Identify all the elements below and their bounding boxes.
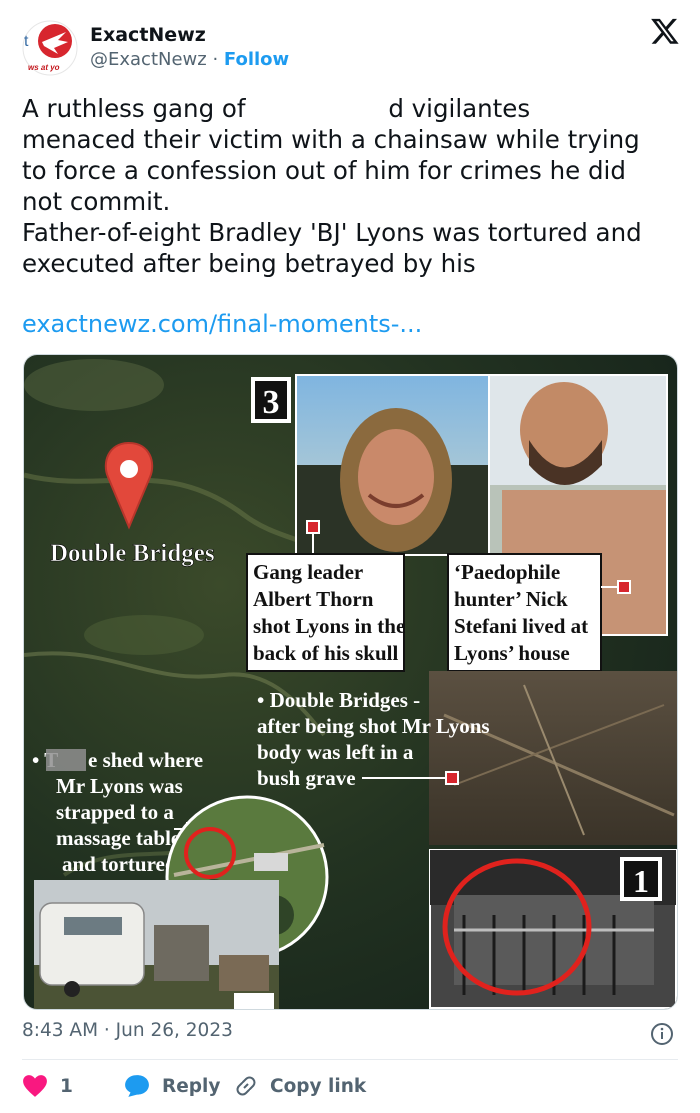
avatar-letter: t [24, 33, 29, 50]
panel-number-3: 3 [263, 384, 280, 421]
photo-caravan [34, 880, 279, 1009]
caption-thorn-line-1: Gang leader [253, 560, 363, 584]
tweet-header: t ws at yo ExactNewz @ExactNewz · Follow [22, 16, 682, 80]
caption-stefani-line-2: hunter’ Nick [454, 587, 568, 611]
redaction-blur [253, 99, 389, 121]
avatar-tagline: ws at yo [28, 63, 60, 72]
panel-number-1: 1 [633, 863, 649, 899]
photo-albert-thorn [295, 374, 497, 556]
copy-link-button[interactable]: Copy link [234, 1068, 366, 1104]
author-handle-row: @ExactNewz · Follow [90, 49, 289, 70]
reply-button[interactable]: Reply [124, 1068, 220, 1104]
caption-stefani-line-4: Lyons’ house [454, 641, 570, 665]
caption-thorn-line-3: shot Lyons in the [253, 614, 405, 638]
article-link[interactable]: exactnewz.com/final-moments-... [22, 310, 422, 338]
caption-thorn-line-2: Albert Thorn [253, 587, 374, 611]
heart-icon [23, 1075, 47, 1097]
info-icon[interactable] [650, 1022, 674, 1046]
caption-shed-line-4: massage table [56, 826, 180, 850]
like-button[interactable]: 1 [22, 1068, 73, 1104]
follow-button[interactable]: Follow [224, 49, 289, 70]
author-name[interactable]: ExactNewz [90, 24, 206, 46]
avatar[interactable]: t ws at yo [22, 20, 78, 76]
reply-bubble-icon [125, 1075, 149, 1097]
caption-grave-line-1: • Double Bridges - [257, 688, 420, 712]
tweet-media-image[interactable]: Double Bridges 3 Gang leader Albert Thor… [23, 354, 678, 1010]
handle-separator: · [206, 49, 224, 70]
caption-grave-line-3: body was left in a [257, 740, 414, 764]
tweet-text: A ruthless gang of d vigilantes menaced … [22, 93, 682, 279]
caption-shed-line-3: strapped to a [56, 800, 174, 824]
caption-shed-line-5: and tortured [62, 852, 177, 876]
reply-label: Reply [162, 1075, 221, 1097]
tweet-text-line1-end: d vigilantes [388, 94, 531, 123]
photo-bush-grave [429, 671, 677, 845]
like-count: 1 [60, 1075, 73, 1097]
caption-grave-line-4: bush grave [257, 766, 356, 790]
caption-stefani-line-3: Stefani lived at [454, 614, 588, 638]
caption-thorn-line-4: back of his skull [253, 641, 398, 665]
author-handle[interactable]: @ExactNewz [90, 49, 207, 70]
grave-marker [445, 771, 459, 785]
cctv-photo: 1 [429, 849, 677, 1009]
tweet-timestamp[interactable]: 8:43 AM · Jun 26, 2023 [22, 1020, 233, 1041]
divider [22, 1059, 678, 1060]
map-location-label: Double Bridges [50, 540, 215, 567]
x-logo-icon[interactable] [650, 16, 680, 46]
caption-shed-line-2: Mr Lyons was [56, 774, 183, 798]
copy-link-label: Copy link [270, 1075, 367, 1097]
tweet-text-body: menaced their victim with a chainsaw whi… [22, 125, 642, 278]
caption-stefani-line-1: ‘Paedophile [454, 560, 560, 584]
caption-grave-line-2: after being shot Mr Lyons [257, 714, 490, 738]
panel-number-3-badge: 3 [251, 377, 291, 423]
shed-caption-redaction [46, 749, 86, 771]
caption-shed-line-1b: e shed where [88, 748, 203, 772]
tweet-text-line1-start: A ruthless gang of [22, 94, 254, 123]
link-icon [236, 1076, 256, 1096]
tweet-actions: 1 Reply Copy link [22, 1068, 682, 1104]
